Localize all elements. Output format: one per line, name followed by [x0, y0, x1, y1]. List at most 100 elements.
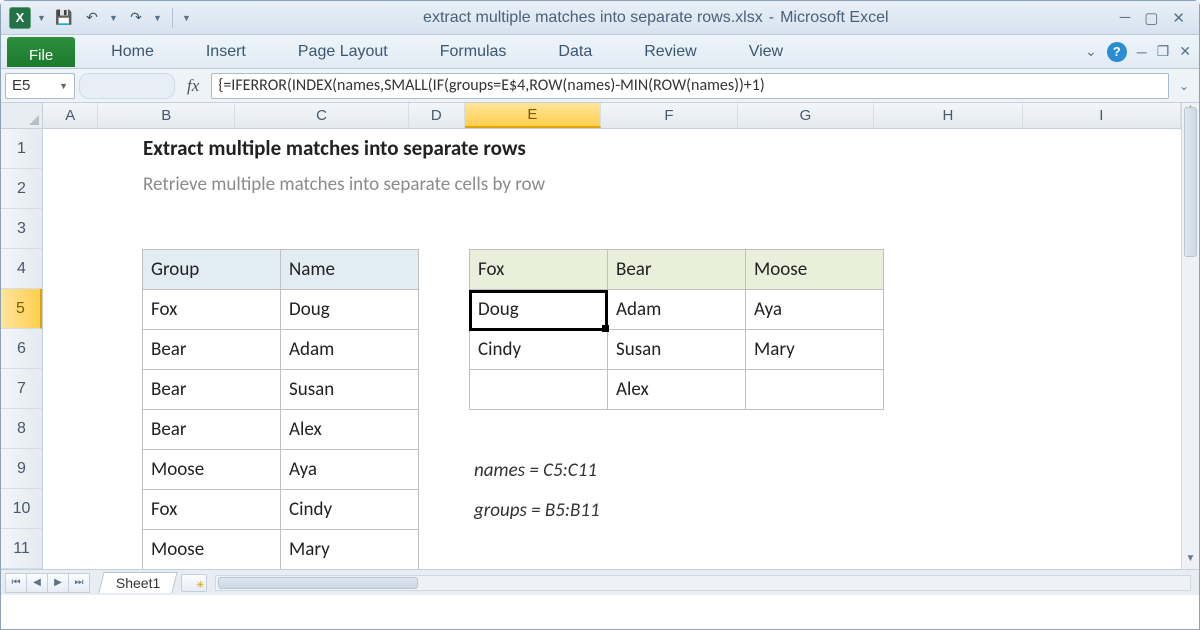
table1-header-name[interactable]: Name: [281, 250, 419, 290]
file-tab[interactable]: File: [7, 37, 75, 67]
tab-insert[interactable]: Insert: [180, 35, 272, 68]
name-box[interactable]: E5 ▼: [5, 73, 75, 99]
vertical-scroll-thumb[interactable]: [1184, 107, 1197, 257]
qat-customize-icon[interactable]: ▼: [182, 13, 192, 23]
sheet-nav-prev-icon[interactable]: ◀: [26, 573, 48, 593]
table2-header[interactable]: Moose: [746, 250, 884, 290]
table1-cell[interactable]: Bear: [143, 330, 281, 370]
select-all-button[interactable]: [1, 103, 43, 129]
maximize-icon[interactable]: ▢: [1144, 9, 1158, 27]
col-header-G[interactable]: G: [738, 103, 875, 128]
name-box-dropdown-icon[interactable]: ▼: [59, 81, 68, 91]
table1-cell[interactable]: Moose: [143, 530, 281, 570]
redo-dropdown-icon[interactable]: ▼: [153, 13, 163, 23]
table1-cell[interactable]: Fox: [143, 490, 281, 530]
ribbon: File Home Insert Page Layout Formulas Da…: [1, 35, 1199, 69]
table2-header[interactable]: Fox: [470, 250, 608, 290]
table2-cell[interactable]: [470, 370, 608, 410]
col-header-C[interactable]: C: [235, 103, 409, 128]
scroll-down-icon[interactable]: ▼: [1182, 553, 1199, 569]
quick-access-toolbar: X ▼ 💾 ↶ ▼ ↷ ▼ ▼: [9, 7, 192, 29]
formula-expand-icon[interactable]: ⌄: [1173, 79, 1195, 93]
cell-area[interactable]: Extract multiple matches into separate r…: [43, 129, 1181, 569]
excel-logo-icon: X: [9, 7, 31, 29]
new-sheet-button[interactable]: [181, 574, 207, 592]
workbook-close-icon[interactable]: ✕: [1179, 43, 1191, 60]
close-icon[interactable]: ✕: [1172, 9, 1185, 27]
insert-function-icon[interactable]: fx: [179, 76, 207, 96]
save-icon[interactable]: 💾: [53, 7, 75, 29]
col-header-I[interactable]: I: [1023, 103, 1181, 128]
workbook-restore-icon[interactable]: ❐: [1157, 43, 1170, 60]
tab-view[interactable]: View: [723, 35, 809, 68]
help-icon[interactable]: ?: [1107, 42, 1127, 62]
undo-icon[interactable]: ↶: [81, 7, 103, 29]
col-header-E[interactable]: E: [465, 103, 602, 128]
table1-cell[interactable]: Bear: [143, 370, 281, 410]
redo-icon[interactable]: ↷: [125, 7, 147, 29]
formula-input[interactable]: {=IFERROR(INDEX(names,SMALL(IF(groups=E$…: [211, 73, 1169, 99]
table1-cell[interactable]: Aya: [281, 450, 419, 490]
table1-cell[interactable]: Moose: [143, 450, 281, 490]
ribbon-minimize-icon[interactable]: ⌄: [1085, 43, 1097, 60]
undo-dropdown-icon[interactable]: ▼: [109, 13, 119, 23]
row-header-10[interactable]: 10: [1, 489, 42, 529]
sheet-nav-last-icon[interactable]: ⏭: [68, 573, 90, 593]
name-box-value: E5: [12, 77, 30, 94]
sheet-nav-next-icon[interactable]: ▶: [47, 573, 69, 593]
row-header-5[interactable]: 5: [1, 289, 42, 329]
tab-page-layout[interactable]: Page Layout: [272, 35, 414, 68]
row-header-11[interactable]: 11: [1, 529, 42, 569]
row-header-4[interactable]: 4: [1, 249, 42, 289]
named-range-note-names: names = C5:C11: [474, 459, 597, 482]
table2-cell[interactable]: Mary: [746, 330, 884, 370]
table1-cell[interactable]: Alex: [281, 410, 419, 450]
table1-cell[interactable]: Doug: [281, 290, 419, 330]
vertical-scrollbar[interactable]: ▲ ▼: [1181, 103, 1199, 569]
sheet-tab-sheet1[interactable]: Sheet1: [98, 572, 178, 593]
horizontal-scrollbar[interactable]: [215, 575, 1191, 591]
col-header-D[interactable]: D: [409, 103, 464, 128]
titlebar: X ▼ 💾 ↶ ▼ ↷ ▼ ▼ extract multiple matches…: [1, 1, 1199, 35]
worksheet-subtitle: Retrieve multiple matches into separate …: [143, 173, 545, 196]
table2-cell[interactable]: Doug: [470, 290, 608, 330]
row-header-6[interactable]: 6: [1, 329, 42, 369]
workbook-minimize-icon[interactable]: ─: [1137, 44, 1147, 60]
table1-cell[interactable]: Susan: [281, 370, 419, 410]
table2-cell[interactable]: [746, 370, 884, 410]
row-header-8[interactable]: 8: [1, 409, 42, 449]
col-header-F[interactable]: F: [601, 103, 738, 128]
table1-header-group[interactable]: Group: [143, 250, 281, 290]
qat-dropdown-icon[interactable]: ▼: [37, 13, 47, 23]
formula-bar: E5 ▼ fx {=IFERROR(INDEX(names,SMALL(IF(g…: [1, 69, 1199, 103]
table1-cell[interactable]: Cindy: [281, 490, 419, 530]
col-header-H[interactable]: H: [874, 103, 1022, 128]
horizontal-scroll-thumb[interactable]: [218, 577, 418, 589]
tab-formulas[interactable]: Formulas: [414, 35, 533, 68]
table2-cell[interactable]: Cindy: [470, 330, 608, 370]
table1-cell[interactable]: Bear: [143, 410, 281, 450]
table1-cell[interactable]: Mary: [281, 530, 419, 570]
sheet-nav-buttons: ⏮ ◀ ▶ ⏭: [1, 573, 93, 593]
table1-cell[interactable]: Fox: [143, 290, 281, 330]
col-header-A[interactable]: A: [43, 103, 98, 128]
row-header-1[interactable]: 1: [1, 129, 42, 169]
row-header-3[interactable]: 3: [1, 209, 42, 249]
table2-cell[interactable]: Adam: [608, 290, 746, 330]
tab-review[interactable]: Review: [618, 35, 722, 68]
title-separator: -: [769, 9, 774, 27]
col-header-B[interactable]: B: [98, 103, 235, 128]
tab-data[interactable]: Data: [532, 35, 618, 68]
row-header-9[interactable]: 9: [1, 449, 42, 489]
sheet-nav-first-icon[interactable]: ⏮: [5, 573, 27, 593]
worksheet-title: Extract multiple matches into separate r…: [143, 135, 526, 161]
table2-cell[interactable]: Alex: [608, 370, 746, 410]
table1-cell[interactable]: Adam: [281, 330, 419, 370]
row-header-2[interactable]: 2: [1, 169, 42, 209]
table2-cell[interactable]: Susan: [608, 330, 746, 370]
row-header-7[interactable]: 7: [1, 369, 42, 409]
minimize-icon[interactable]: ─: [1120, 9, 1131, 27]
table2-header[interactable]: Bear: [608, 250, 746, 290]
tab-home[interactable]: Home: [85, 35, 180, 68]
table2-cell[interactable]: Aya: [746, 290, 884, 330]
